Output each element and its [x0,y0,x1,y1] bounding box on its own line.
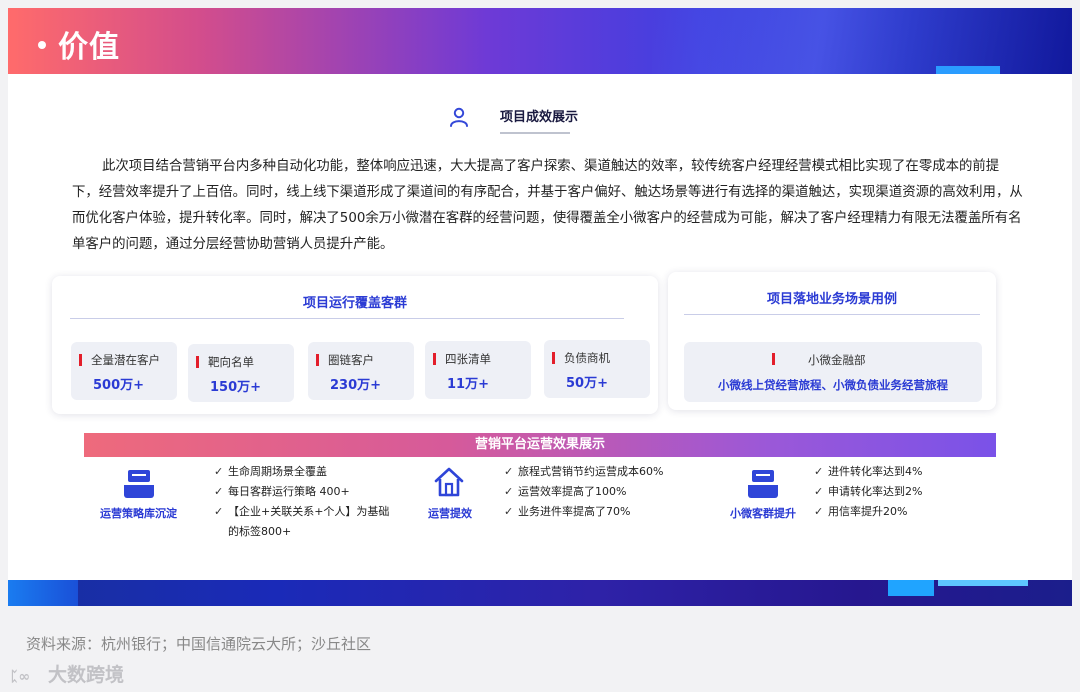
marker-bar [316,354,319,366]
check-item: 每日客群运行策略 400+ [214,482,389,502]
check-item: 生命周期场景全覆盖 [214,462,389,482]
coverage-value: 230万+ [330,378,382,393]
marker-bar [433,353,436,365]
coverage-tile: 四张清单 11万+ [425,341,531,399]
coverage-tile: 全量潜在客户 500万+ [71,342,177,400]
divider [684,314,980,315]
coverage-tile: 圈链客户 230万+ [308,342,414,400]
section-title: 项目成效展示 [500,110,579,125]
watermark: ᛈ∞ 大数跨境 [10,660,124,687]
watermark-text: 大数跨境 [48,664,125,686]
coverage-value: 150万+ [210,380,262,395]
watermark-logo: ᛈ∞ [10,669,31,685]
cases-title: 项目落地业务场景用例 [766,292,897,307]
case-label: 小微金融部 [808,353,866,367]
footer-accent [888,580,934,596]
effects-title-bar: 营销平台运营效果展示 [84,433,996,457]
bullet-dot [38,40,46,49]
case-tile: 小微金融部 小微线上贷经营旅程、小微负债业务经营旅程 [684,342,982,402]
effect-checklist: 进件转化率达到4% 申请转化率达到2% 用信率提升20% [814,462,922,522]
inbox-tray-icon [124,470,154,498]
check-item-continuation: 的标签800+ [228,525,292,538]
page-title-text: 价值 [58,30,120,65]
slide: 价值 项目成效展示 此次项目结合营销平台内多种自动化功能，整体响应迅速，大大提高… [8,8,1072,606]
summary-paragraph: 此次项目结合营销平台内多种自动化功能，整体响应迅速，大大提高了客户探索、渠道触达… [72,159,1023,252]
coverage-label: 负债商机 [564,351,610,365]
coverage-label: 圈链客户 [328,353,374,367]
page-title: 价值 [38,22,120,66]
cases-card: 项目落地业务场景用例 小微金融部 小微线上贷经营旅程、小微负债业务经营旅程 [668,272,996,410]
coverage-value: 50万+ [566,376,608,391]
marker-bar [196,356,199,368]
person-icon [450,107,468,127]
section-header: 项目成效展示 [444,104,644,138]
house-icon [434,467,464,497]
source-note: 资料来源：杭州银行；中国信通院云大所；沙丘社区 [26,635,372,653]
coverage-label: 四张清单 [445,352,491,366]
check-item: 申请转化率达到2% [814,482,922,502]
marker-bar [79,354,82,366]
case-value: 小微线上贷经营旅程、小微负债业务经营旅程 [718,378,948,392]
banner-accent-stripe [936,66,1000,74]
check-item: 业务进件率提高了70% [504,502,663,522]
effect-checklist: 旅程式营销节约运营成本60% 运营效率提高了100% 业务进件率提高了70% [504,462,663,522]
check-item: 【企业+关联关系+个人】为基础 [214,502,389,522]
section-underline [500,132,570,134]
footer-accent [938,580,1028,586]
effect-name: 小微客群提升 [730,507,796,520]
check-item: 进件转化率达到4% [814,462,922,482]
coverage-value: 500万+ [93,378,145,393]
coverage-title: 项目运行覆盖客群 [302,296,407,311]
effect-checklist: 生命周期场景全覆盖 每日客群运行策略 400+ 【企业+关联关系+个人】为基础 … [214,462,389,542]
banner-glow [652,8,1072,74]
effect-name: 运营提效 [428,507,472,520]
check-item: 旅程式营销节约运营成本60% [504,462,663,482]
divider [70,318,624,319]
inbox-tray-icon [748,470,778,498]
coverage-value: 11万+ [447,377,489,392]
coverage-tile: 负债商机 50万+ [544,340,650,398]
title-banner: 价值 [8,8,1072,74]
marker-bar [552,352,555,364]
coverage-tile: 靶向名单 150万+ [188,344,294,402]
footer-accent [8,580,78,606]
coverage-label: 靶向名单 [208,355,254,369]
check-item: 运营效率提高了100% [504,482,663,502]
coverage-card: 项目运行覆盖客群 全量潜在客户 500万+ 靶向名单 150万+ 圈链客户 23… [52,276,658,414]
marker-bar [772,353,775,365]
coverage-label: 全量潜在客户 [91,353,160,367]
check-item: 用信率提升20% [814,502,922,522]
effect-name: 运营策略库沉淀 [100,507,177,520]
